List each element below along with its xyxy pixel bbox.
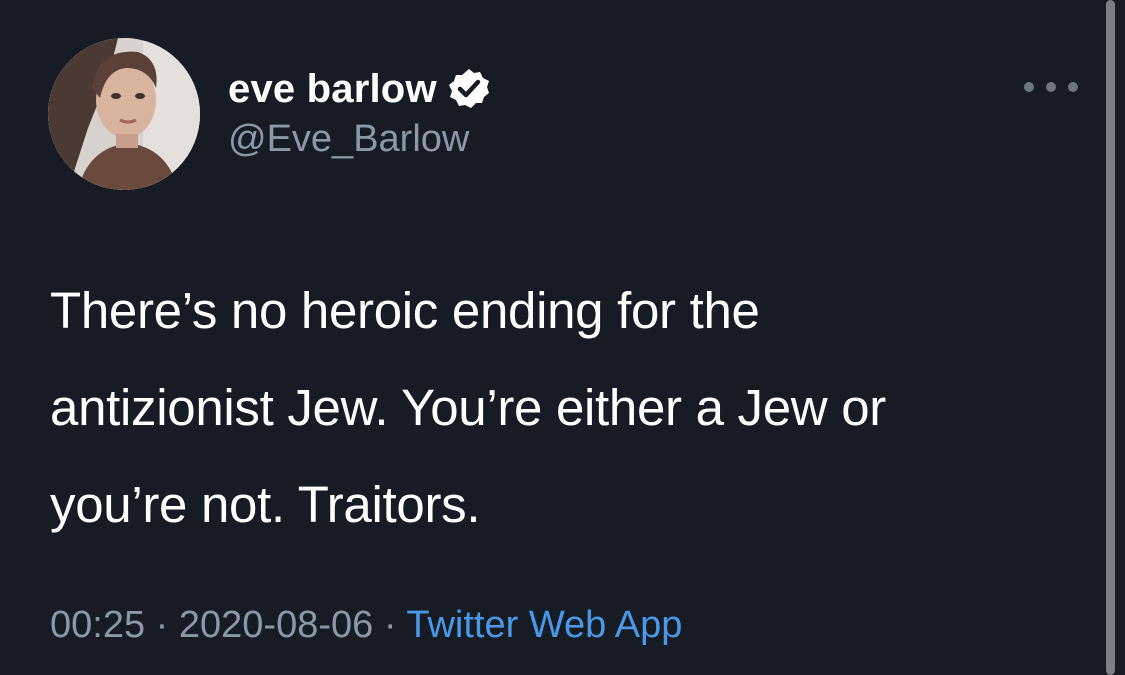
verified-badge-icon (447, 67, 491, 111)
meta-separator: · (155, 604, 169, 646)
scrollbar[interactable] (1106, 0, 1115, 675)
tweet-meta: 00:25 · 2020-08-06 · Twitter Web App (50, 604, 682, 647)
more-horizontal-icon (1024, 82, 1034, 92)
tweet-source-link[interactable]: Twitter Web App (406, 604, 682, 646)
tweet-text-line: antizionist Jew. You’re either a Jew or (50, 379, 886, 436)
tweet-date[interactable]: 2020-08-06 (179, 604, 373, 646)
avatar[interactable] (48, 38, 200, 190)
author-handle[interactable]: @Eve_Barlow (228, 118, 469, 161)
more-options-button[interactable] (1024, 74, 1078, 100)
tweet-text: There’s no heroic ending for the antizio… (50, 262, 1090, 553)
profile-photo (48, 38, 200, 190)
tweet-time[interactable]: 00:25 (50, 604, 145, 646)
meta-separator: · (383, 604, 397, 646)
tweet-text-line: you’re not. Traitors. (50, 476, 481, 533)
tweet-text-line: There’s no heroic ending for the (50, 282, 760, 339)
author-name-row[interactable]: eve barlow (228, 62, 491, 116)
author-display-name[interactable]: eve barlow (228, 67, 437, 112)
